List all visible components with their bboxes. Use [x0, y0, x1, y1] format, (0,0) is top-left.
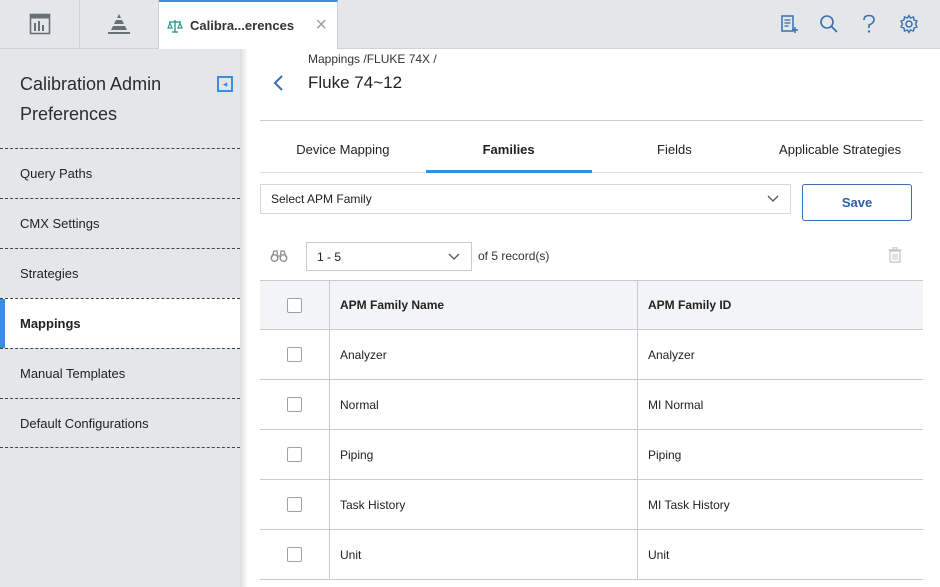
- dashboard-button[interactable]: [0, 0, 80, 48]
- divider: [260, 120, 923, 121]
- notes-add-icon[interactable]: [776, 11, 802, 37]
- close-icon[interactable]: ×: [315, 15, 327, 35]
- sidebar-item-label: Strategies: [20, 266, 79, 281]
- back-icon[interactable]: [270, 73, 290, 93]
- tab-label: Calibra...erences: [190, 18, 295, 33]
- dashboard-icon: [29, 13, 50, 35]
- table-header: APM Family Name APM Family ID: [260, 280, 923, 330]
- family-id-cell: Analyzer: [648, 347, 695, 362]
- gear-icon[interactable]: [896, 11, 922, 37]
- row-select-cell: [260, 530, 330, 579]
- top-bar: Calibra...erences ×: [0, 0, 940, 49]
- apm-family-select-placeholder: Select APM Family: [271, 192, 372, 206]
- sidebar-item-mappings[interactable]: Mappings: [0, 298, 240, 348]
- sidebar-item-query-paths[interactable]: Query Paths: [0, 148, 240, 198]
- of-label: of: [478, 249, 489, 263]
- save-button[interactable]: Save: [802, 184, 912, 221]
- table-row[interactable]: Normal MI Normal: [260, 380, 923, 430]
- row-checkbox[interactable]: [287, 397, 302, 412]
- trash-icon[interactable]: [888, 247, 902, 268]
- family-id-cell: MI Task History: [648, 497, 730, 512]
- sidebar-item-strategies[interactable]: Strategies: [0, 248, 240, 298]
- table-row[interactable]: Task History MI Task History: [260, 480, 923, 530]
- sidebar-item-label: CMX Settings: [20, 216, 100, 231]
- family-id-cell: Piping: [648, 447, 682, 462]
- record-label: record(s): [501, 249, 550, 263]
- select-all-checkbox[interactable]: [287, 297, 302, 313]
- tab-bar: Device Mapping Families Fields Applicabl…: [260, 132, 923, 173]
- family-id-cell: MI Normal: [648, 397, 704, 412]
- family-name-cell: Normal: [330, 380, 638, 429]
- sidebar-item-label: Manual Templates: [20, 366, 126, 381]
- sidebar-item-label: Default Configurations: [20, 415, 149, 431]
- row-select-cell: [260, 430, 330, 479]
- page-range-select[interactable]: 1 - 5: [306, 242, 472, 271]
- sidebar-item-label: Query Paths: [20, 166, 93, 181]
- scale-icon: [167, 19, 183, 33]
- tab-families[interactable]: Families: [425, 132, 592, 173]
- row-checkbox[interactable]: [287, 497, 302, 512]
- family-name-cell: Unit: [330, 530, 638, 579]
- chevron-down-icon: [767, 195, 779, 202]
- search-icon[interactable]: [816, 11, 842, 37]
- tab-fields[interactable]: Fields: [592, 132, 758, 172]
- chevron-down-icon: [448, 253, 460, 260]
- row-select-cell: [260, 330, 330, 379]
- hierarchy-button[interactable]: [80, 0, 159, 48]
- top-actions: [776, 11, 922, 37]
- page-range-value: 1 - 5: [317, 250, 342, 264]
- column-header-family-name[interactable]: APM Family Name: [330, 281, 638, 329]
- select-all-cell: [260, 281, 330, 329]
- sidebar-item-manual-templates[interactable]: Manual Templates: [0, 348, 240, 398]
- tab-device-mapping[interactable]: Device Mapping: [260, 132, 426, 172]
- row-checkbox[interactable]: [287, 347, 302, 362]
- collapse-icon[interactable]: ◂: [217, 76, 233, 92]
- table-row[interactable]: Unit Unit: [260, 530, 923, 580]
- apm-family-select[interactable]: Select APM Family: [260, 184, 791, 214]
- row-checkbox[interactable]: [287, 547, 302, 562]
- family-id-cell: Unit: [648, 547, 670, 562]
- row-select-cell: [260, 480, 330, 529]
- family-name-cell: Task History: [330, 480, 638, 529]
- sidebar-title: Calibration Admin Preferences: [20, 74, 162, 124]
- row-select-cell: [260, 380, 330, 429]
- sidebar: Calibration Admin Preferences ◂ Query Pa…: [0, 49, 248, 587]
- binoculars-icon[interactable]: [270, 249, 288, 268]
- page-title: Fluke 74~12: [308, 73, 403, 92]
- breadcrumb[interactable]: Mappings /FLUKE 74X /: [308, 52, 437, 66]
- help-icon[interactable]: [856, 11, 882, 37]
- sidebar-item-default-configurations[interactable]: Default Configurations: [0, 398, 240, 448]
- row-checkbox[interactable]: [287, 447, 302, 462]
- record-count: of 5 record(s): [478, 249, 549, 263]
- record-count-value: 5: [491, 249, 499, 263]
- table-row[interactable]: Analyzer Analyzer: [260, 330, 923, 380]
- family-name-cell: Analyzer: [330, 330, 638, 379]
- sidebar-item-label: Mappings: [20, 316, 81, 331]
- table-row[interactable]: Piping Piping: [260, 430, 923, 480]
- tab-applicable-strategies[interactable]: Applicable Strategies: [757, 132, 923, 172]
- family-name-cell: Piping: [330, 430, 638, 479]
- tab-calibration-preferences[interactable]: Calibra...erences ×: [159, 0, 338, 49]
- sidebar-item-cmx-settings[interactable]: CMX Settings: [0, 198, 240, 248]
- main-content: Mappings /FLUKE 74X / Fluke 74~12 Device…: [240, 49, 940, 587]
- column-header-family-id[interactable]: APM Family ID: [638, 281, 923, 329]
- families-table: APM Family Name APM Family ID Analyzer A…: [260, 280, 923, 580]
- pyramid-icon: [108, 14, 130, 34]
- sidebar-list: Query Paths CMX Settings Strategies Mapp…: [0, 148, 240, 448]
